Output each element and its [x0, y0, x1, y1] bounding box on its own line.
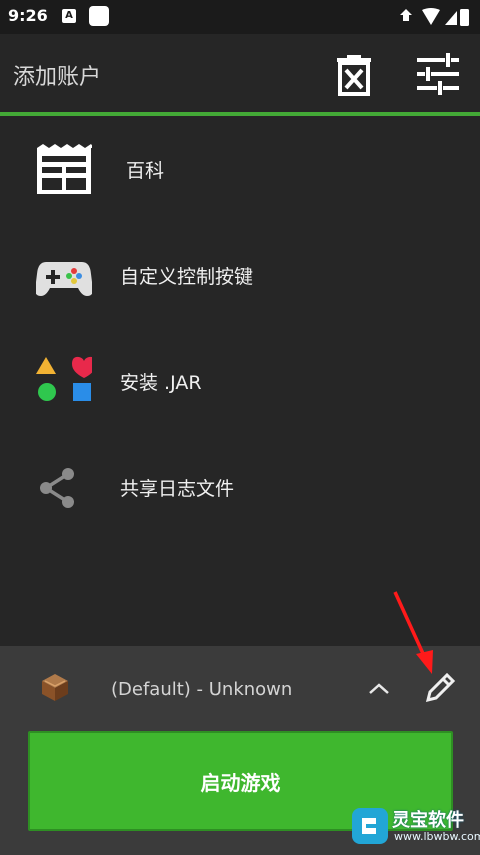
launch-button-label: 启动游戏: [200, 771, 281, 795]
app-bar: 添加账户: [0, 34, 480, 113]
share-icon: [36, 460, 92, 516]
wifi-icon: [422, 8, 440, 25]
watermark-name: 灵宝软件: [392, 810, 464, 831]
shapes-icon: [36, 354, 96, 410]
status-bar: 9:26 A: [0, 0, 480, 34]
status-time: 9:26: [8, 6, 48, 25]
watermark: 灵宝软件 www.lbwbw.com: [352, 806, 480, 850]
page-title: 添加账户: [13, 65, 102, 90]
signal-icon: [445, 11, 457, 25]
sliders-icon[interactable]: [414, 50, 462, 98]
menu-item-install-jar[interactable]: 安装 .JAR: [0, 328, 480, 434]
profile-selector[interactable]: (Default) - Unknown: [111, 679, 292, 700]
delete-account-icon[interactable]: [330, 50, 378, 98]
menu-item-custom-controls[interactable]: 自定义控制按键: [0, 222, 480, 328]
menu-item-wiki[interactable]: 百科: [0, 116, 480, 222]
menu-item-label: 共享日志文件: [120, 478, 235, 500]
wiki-icon: [36, 142, 94, 198]
status-icons: [400, 7, 470, 27]
watermark-logo-icon: [352, 808, 388, 844]
profile-block-icon[interactable]: [40, 672, 70, 702]
notification-icon: [89, 6, 109, 26]
menu-item-label: 自定义控制按键: [120, 266, 254, 288]
accessibility-icon: A: [62, 9, 76, 23]
edit-pencil-icon[interactable]: [420, 670, 458, 708]
watermark-site: www.lbwbw.com: [394, 830, 480, 843]
chevron-up-icon[interactable]: [366, 676, 392, 702]
menu-item-label: 安装 .JAR: [120, 372, 202, 394]
gamepad-icon: [35, 248, 93, 304]
battery-icon: [460, 9, 469, 26]
menu-item-share-logs[interactable]: 共享日志文件: [0, 434, 480, 540]
menu-item-label: 百科: [126, 160, 165, 182]
